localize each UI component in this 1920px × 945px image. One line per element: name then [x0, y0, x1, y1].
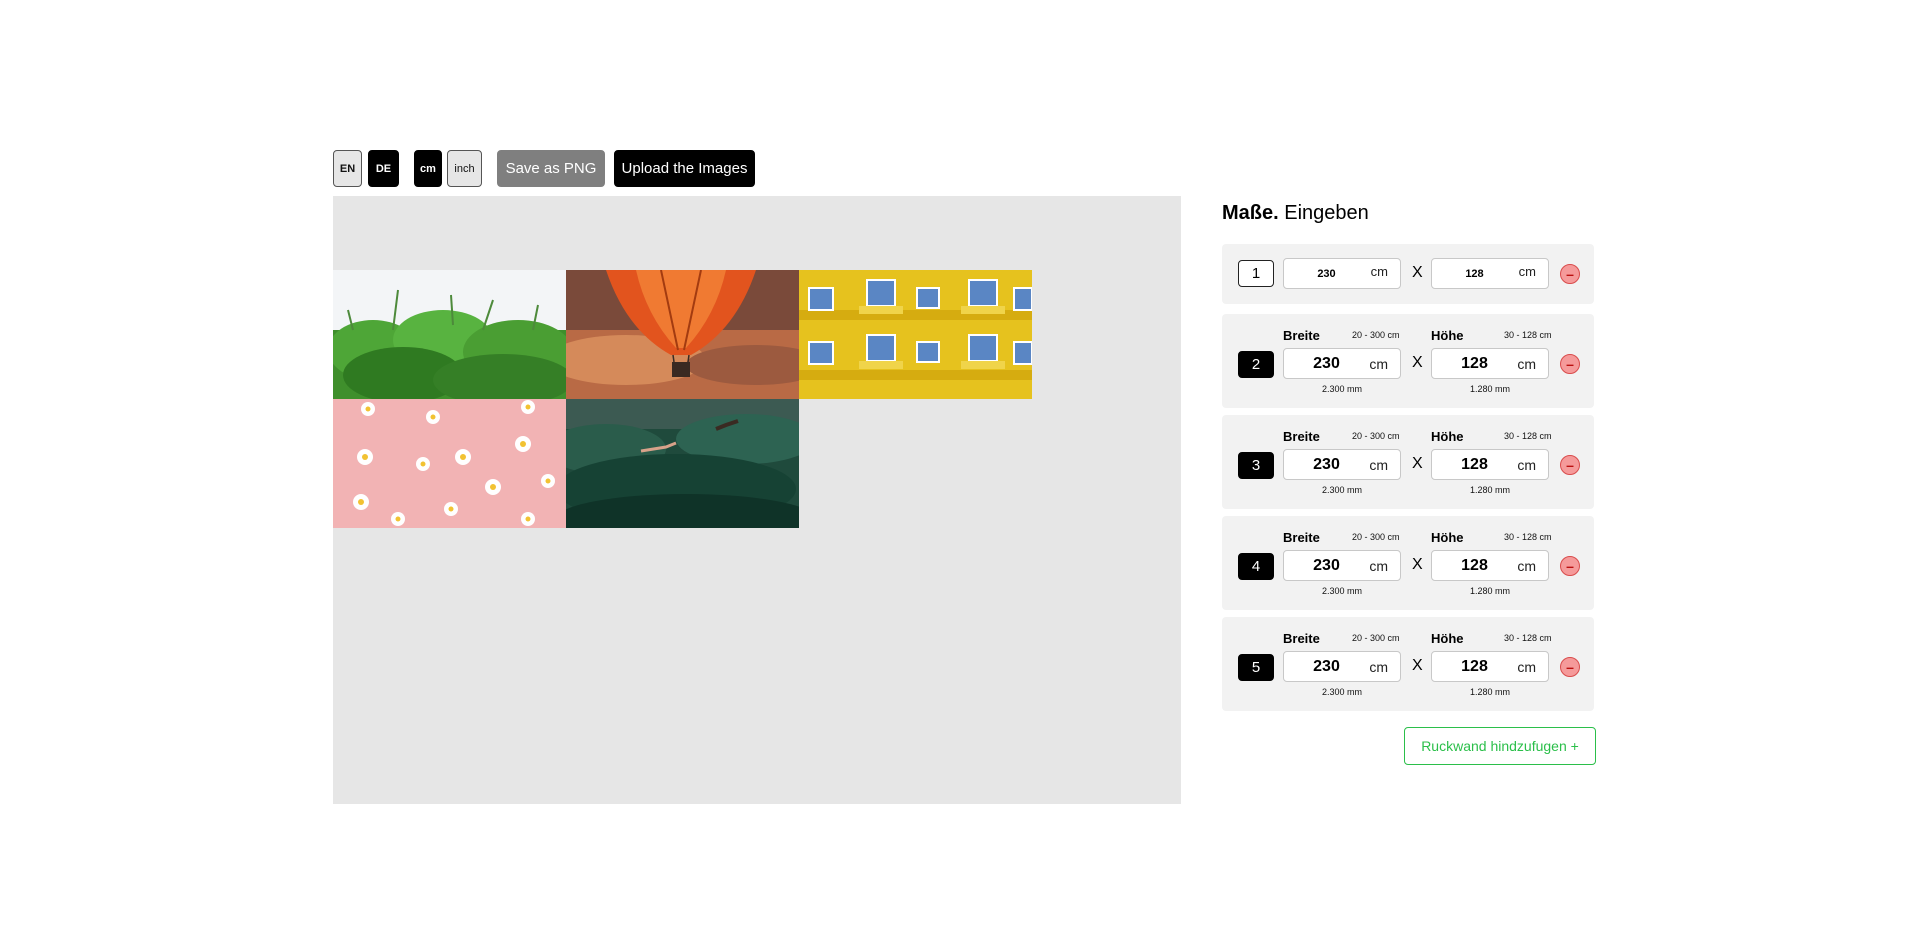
dimension-separator: X — [1412, 455, 1423, 472]
height-unit: cm — [1518, 264, 1536, 279]
width-mm: 2.300 mm — [1321, 384, 1363, 394]
width-unit: cm — [1369, 356, 1388, 372]
width-mm: 2.300 mm — [1321, 586, 1363, 596]
minus-icon: – — [1566, 558, 1574, 574]
remove-row-button[interactable]: – — [1560, 455, 1580, 475]
height-range: 30 - 128 cm — [1504, 431, 1552, 441]
width-value: 230 — [1313, 658, 1340, 675]
dimension-row: 2 Breite 20 - 300 cm 230 cm 2.300 mm X H… — [1222, 314, 1594, 408]
width-unit: cm — [1369, 659, 1388, 675]
height-input[interactable]: 128 cm — [1431, 651, 1549, 682]
height-input[interactable]: 128 cm — [1431, 258, 1549, 289]
height-range: 30 - 128 cm — [1504, 532, 1552, 542]
minus-icon: – — [1566, 659, 1574, 675]
width-input[interactable]: 230 cm — [1283, 258, 1401, 289]
height-range: 30 - 128 cm — [1504, 330, 1552, 340]
width-value: 230 — [1317, 268, 1336, 280]
width-mm: 2.300 mm — [1321, 485, 1363, 495]
row-index-badge[interactable]: 4 — [1238, 553, 1274, 580]
height-input[interactable]: 128 cm — [1431, 348, 1549, 379]
height-value: 128 — [1461, 658, 1488, 675]
height-value: 128 — [1461, 456, 1488, 473]
row-index-badge[interactable]: 1 — [1238, 260, 1274, 287]
width-range: 20 - 300 cm — [1352, 431, 1400, 441]
dimension-separator: X — [1412, 264, 1423, 281]
upload-images-button[interactable]: Upload the Images — [614, 150, 755, 187]
width-input[interactable]: 230 cm — [1283, 449, 1401, 480]
row-index-badge[interactable]: 2 — [1238, 351, 1274, 378]
row-index-badge[interactable]: 3 — [1238, 452, 1274, 479]
height-input[interactable]: 128 cm — [1431, 449, 1549, 480]
plants-image — [333, 270, 566, 399]
height-unit: cm — [1517, 659, 1536, 675]
height-label: Höhe — [1431, 530, 1464, 545]
minus-icon: – — [1566, 266, 1574, 282]
dimension-row: 1 230 cm X 128 cm – — [1222, 244, 1594, 304]
width-label: Breite — [1283, 429, 1320, 444]
width-value: 230 — [1313, 355, 1340, 372]
width-range: 20 - 300 cm — [1352, 633, 1400, 643]
width-input[interactable]: 230 cm — [1283, 550, 1401, 581]
dimension-row: 4 Breite 20 - 300 cm 230 cm 2.300 mm X H… — [1222, 516, 1594, 610]
width-unit: cm — [1369, 558, 1388, 574]
daisies-image — [333, 399, 566, 528]
width-unit: cm — [1369, 457, 1388, 473]
height-mm: 1.280 mm — [1469, 485, 1511, 495]
dimension-row: 3 Breite 20 - 300 cm 230 cm 2.300 mm X H… — [1222, 415, 1594, 509]
width-input[interactable]: 230 cm — [1283, 348, 1401, 379]
dimension-separator: X — [1412, 354, 1423, 371]
height-value: 128 — [1461, 557, 1488, 574]
width-value: 230 — [1313, 557, 1340, 574]
remove-row-button[interactable]: – — [1560, 354, 1580, 374]
width-label: Breite — [1283, 530, 1320, 545]
height-unit: cm — [1517, 457, 1536, 473]
dimension-separator: X — [1412, 657, 1423, 674]
forest-image — [566, 399, 799, 528]
unit-inch-button[interactable]: inch — [447, 150, 482, 187]
height-value: 128 — [1465, 268, 1484, 280]
height-value: 128 — [1461, 355, 1488, 372]
width-range: 20 - 300 cm — [1352, 330, 1400, 340]
height-label: Höhe — [1431, 328, 1464, 343]
minus-icon: – — [1566, 356, 1574, 372]
width-value: 230 — [1313, 456, 1340, 473]
height-label: Höhe — [1431, 631, 1464, 646]
width-unit: cm — [1370, 264, 1388, 279]
height-mm: 1.280 mm — [1469, 586, 1511, 596]
width-label: Breite — [1283, 631, 1320, 646]
panel-title-rest: Eingeben — [1278, 202, 1369, 224]
width-input[interactable]: 230 cm — [1283, 651, 1401, 682]
height-unit: cm — [1517, 356, 1536, 372]
minus-icon: – — [1566, 457, 1574, 473]
lang-en-button[interactable]: EN — [333, 150, 362, 187]
width-label: Breite — [1283, 328, 1320, 343]
height-mm: 1.280 mm — [1469, 384, 1511, 394]
unit-cm-button[interactable]: cm — [414, 150, 442, 187]
dimension-row: 5 Breite 20 - 300 cm 230 cm 2.300 mm X H… — [1222, 617, 1594, 711]
yellow-building-image — [799, 270, 1032, 399]
lang-de-button[interactable]: DE — [368, 150, 399, 187]
panel-title: Maße. Eingeben — [1222, 202, 1369, 225]
remove-row-button[interactable]: – — [1560, 264, 1580, 284]
height-range: 30 - 128 cm — [1504, 633, 1552, 643]
remove-row-button[interactable]: – — [1560, 556, 1580, 576]
dimension-separator: X — [1412, 556, 1423, 573]
height-mm: 1.280 mm — [1469, 687, 1511, 697]
hot-air-balloon-image — [566, 270, 799, 399]
width-range: 20 - 300 cm — [1352, 532, 1400, 542]
remove-row-button[interactable]: – — [1560, 657, 1580, 677]
height-label: Höhe — [1431, 429, 1464, 444]
panel-title-bold: Maße. — [1222, 202, 1279, 224]
add-back-panel-button[interactable]: Ruckwand hindzufugen + — [1404, 727, 1596, 765]
preview-canvas — [333, 196, 1181, 804]
width-mm: 2.300 mm — [1321, 687, 1363, 697]
height-unit: cm — [1517, 558, 1536, 574]
height-input[interactable]: 128 cm — [1431, 550, 1549, 581]
save-png-button[interactable]: Save as PNG — [497, 150, 605, 187]
row-index-badge[interactable]: 5 — [1238, 654, 1274, 681]
